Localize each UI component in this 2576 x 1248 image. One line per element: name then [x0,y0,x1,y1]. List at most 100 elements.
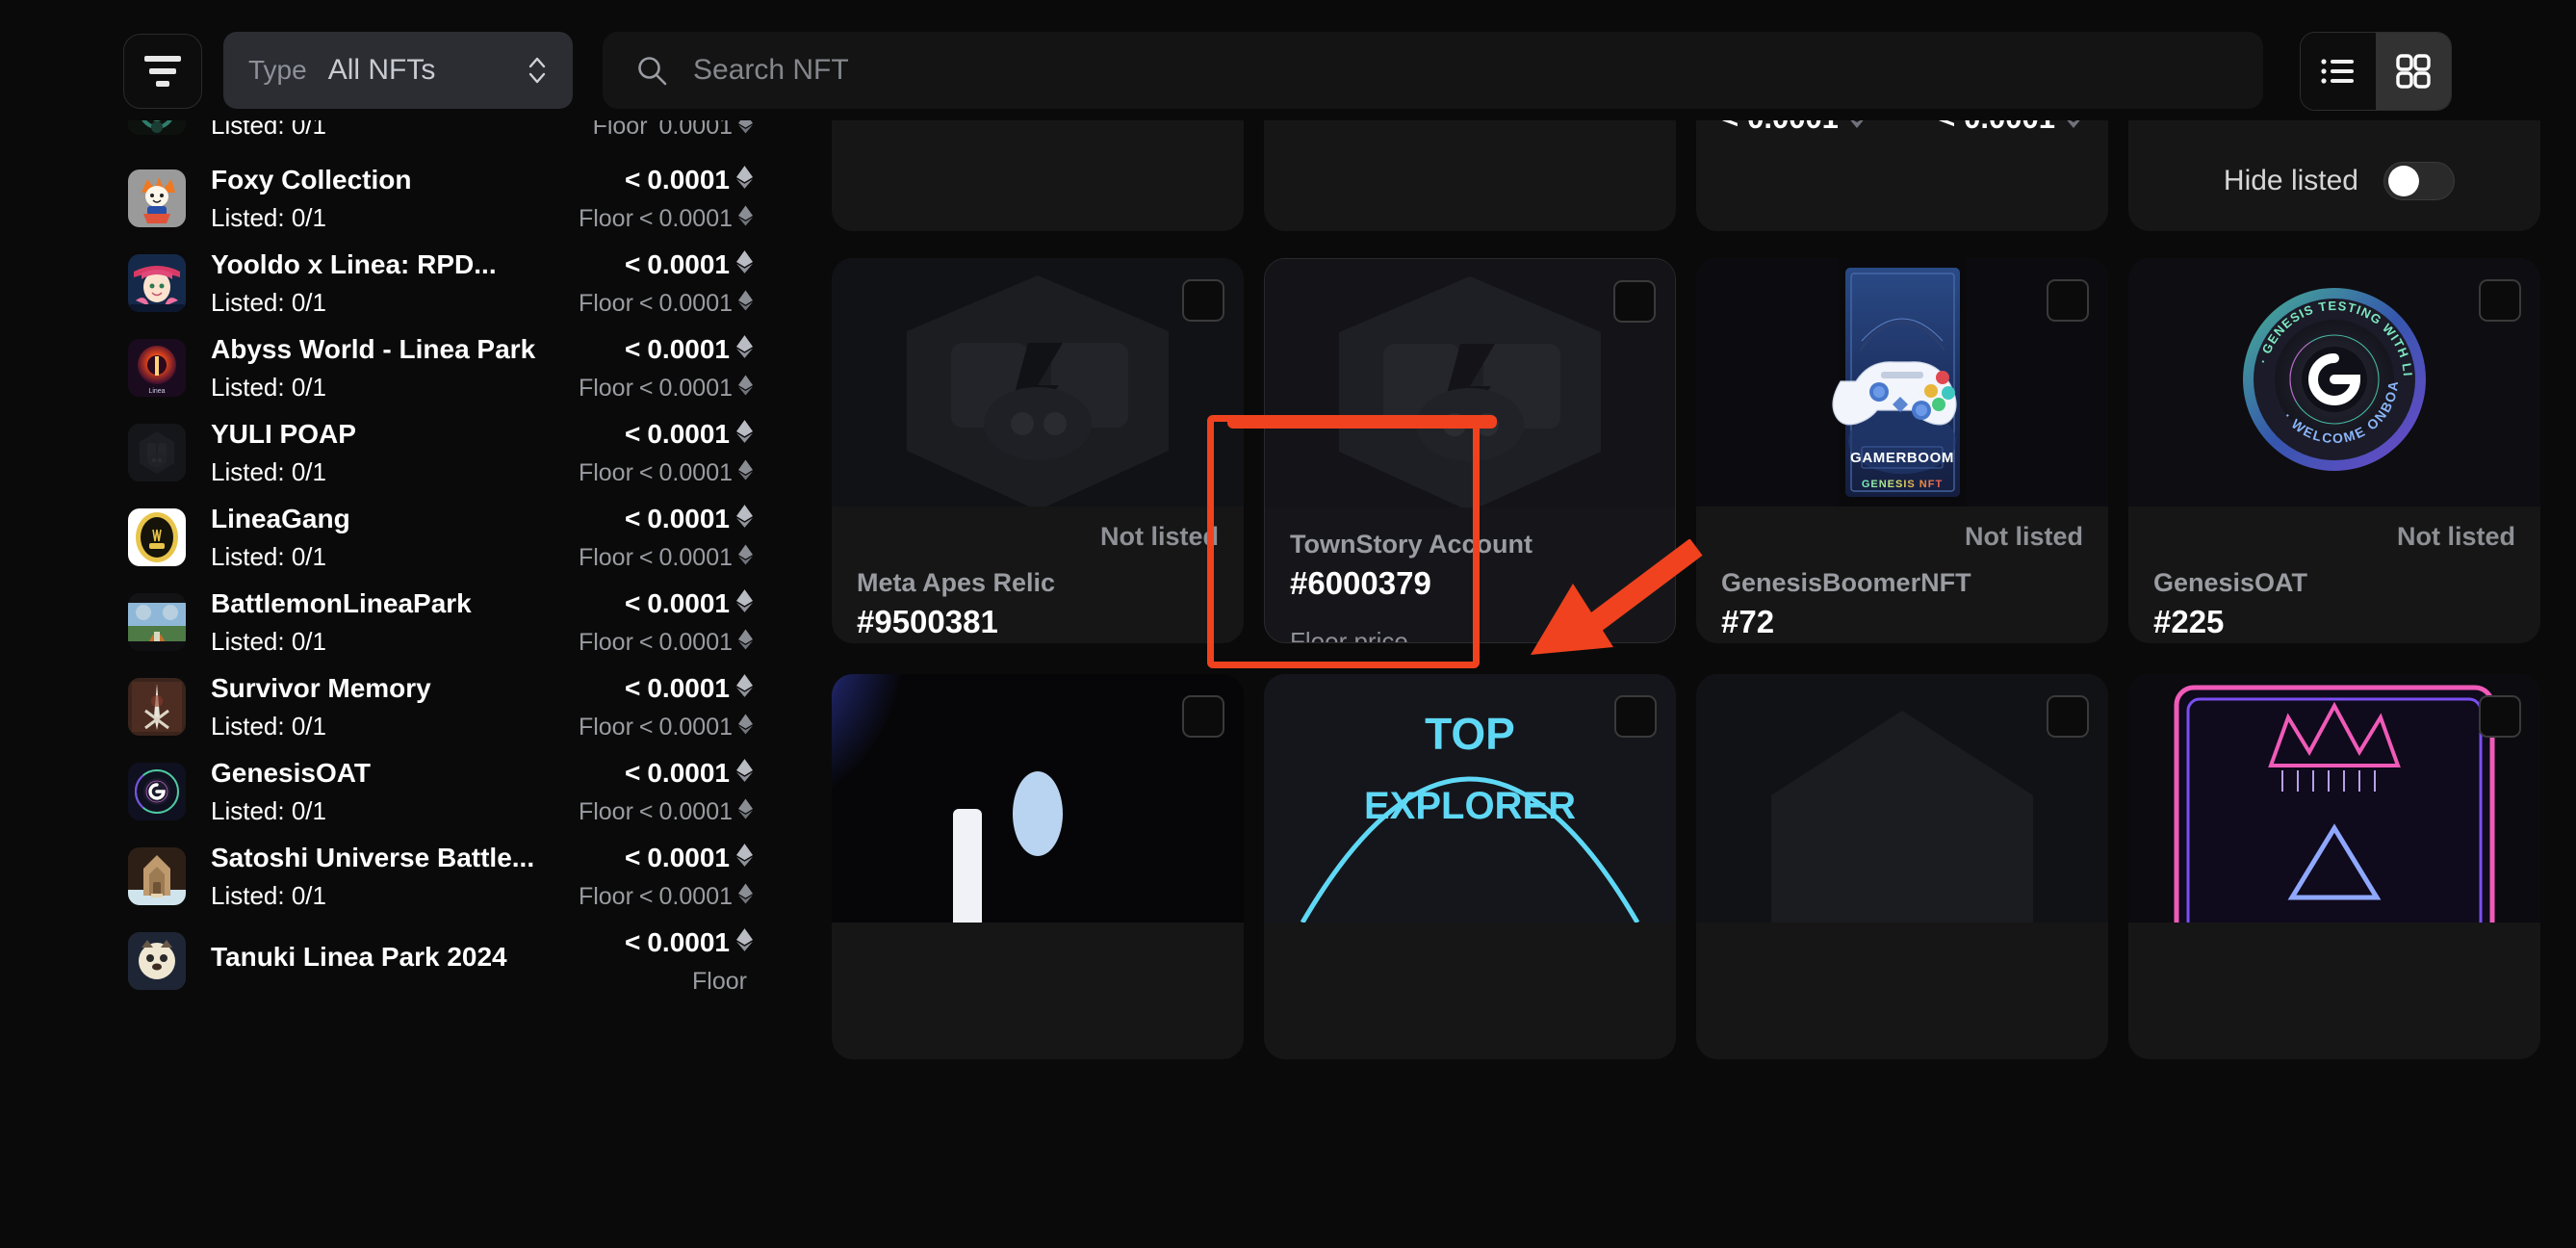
eth-icon [736,503,753,535]
eth-icon [738,543,753,572]
collection-price: <0.0001 [579,333,753,366]
floor-prefix: < [638,375,654,403]
price-number: 0.0001 [647,333,730,364]
card-select-checkbox[interactable] [1182,695,1224,738]
collection-name: GenesisBoomerNFT [1721,568,1971,597]
hide-listed-control[interactable]: Hide listed [2224,162,2455,200]
eth-icon [738,374,753,403]
floor-label: Floor [692,968,747,996]
floor-label: Floor [578,798,633,826]
foxy-fox-thumb [128,169,186,227]
collections-sidebar[interactable]: Linea Park - AsMatch... Listed: 0/1 0.00… [0,0,828,1248]
card-body: Not listed GenesisOAT #225 Floor price <… [2128,507,2540,643]
view-mode-toggle[interactable] [2300,32,2452,111]
card-select-checkbox[interactable] [2047,279,2089,322]
list-item[interactable]: BattlemonLineaPark Listed: 0/1 <0.0001 F… [0,587,828,657]
toggle-knob [2388,166,2419,196]
price-prefix: < [625,587,641,618]
nft-artwork: · GENESIS TESTING WITH LINEA PARK · · WE… [2128,258,2540,507]
list-item[interactable]: YULI POAP Listed: 0/1 <0.0001 Floor <0.00… [0,418,828,487]
floor-number: 0.0001 [658,629,733,657]
collection-thumbnail [128,508,186,566]
collection-floor: Floor <0.0001 [579,374,753,403]
nft-card-selected[interactable]: TownStory Account #6000379 Floor price <… [1264,258,1676,643]
collection-name: LineaGang [211,503,350,533]
type-select[interactable]: Type All NFTs [223,32,573,109]
filter-icon [156,81,169,87]
eth-icon [736,587,753,620]
floor-number: 0.0001 [658,798,733,826]
list-item[interactable]: Survivor Memory Listed: 0/1 <0.0001 Floo… [0,672,828,741]
floor-price-label: Floor price [1290,627,1408,643]
search-input[interactable] [693,54,2230,87]
list-item[interactable]: LineaGang Listed: 0/1 <0.0001 Floor <0.00… [0,503,828,572]
floor-number: 0.0001 [658,883,733,911]
chevron-updown-icon [527,53,548,88]
collection-price: <0.0001 [579,757,753,790]
list-item[interactable]: Linea Abyss World - Linea Park Listed: 0… [0,333,828,403]
card-select-checkbox[interactable] [1614,695,1657,738]
price-number: 0.0001 [647,503,730,533]
nft-card[interactable]: GAMERBOOM GENESIS NFT Not listed Genesis… [1696,258,2108,643]
collection-price: <0.0001 [579,418,753,451]
collection-price: <0.0001 [579,164,753,196]
list-item[interactable]: GenesisOAT Listed: 0/1 <0.0001 Floor <0.0… [0,757,828,826]
price-number: 0.0001 [647,164,730,195]
list-item[interactable]: Yooldo x Linea: RPD... Listed: 0/1 <0.00… [0,249,828,318]
price-prefix: < [625,757,641,788]
hide-listed-toggle[interactable] [2383,162,2455,200]
eth-icon [738,289,753,318]
list-item[interactable]: Tanuki Linea Park 2024 <0.0001 Floor [0,927,828,996]
collection-price: <0.0001 [579,842,753,874]
nft-artwork [832,258,1244,507]
grid-view-button[interactable] [2376,33,2451,110]
floor-label: Floor [578,290,633,318]
filter-button[interactable] [123,34,202,109]
tanuki-thumb [128,932,186,990]
nft-card[interactable] [1696,674,2108,1059]
nft-card[interactable]: TOP EXPLORER [1264,674,1676,1059]
collection-name: BattlemonLineaPark [211,587,472,618]
list-item[interactable]: Satoshi Universe Battle... Listed: 0/1 <… [0,842,828,911]
collection-name: Tanuki Linea Park 2024 [211,942,507,973]
floor-prefix: < [638,290,654,318]
card-select-checkbox[interactable] [1182,279,1224,322]
collection-floor: Floor <0.0001 [579,289,753,318]
collection-name: Satoshi Universe Battle... [211,842,535,872]
collection-thumbnail [128,847,186,905]
list-item[interactable]: Foxy Collection Listed: 0/1 <0.0001 Floo… [0,164,828,233]
nft-artwork [1696,674,2108,923]
collection-thumbnail [128,763,186,820]
price-prefix: < [625,333,641,364]
card-select-checkbox[interactable] [2479,695,2521,738]
collection-price: <0.0001 [579,503,753,535]
nft-card[interactable]: · GENESIS TESTING WITH LINEA PARK · · WE… [2128,258,2540,643]
list-view-button[interactable] [2301,33,2376,110]
nft-card[interactable]: Not listed Meta Apes Relic #9500381 Floo… [832,258,1244,643]
collection-floor: Floor <0.0001 [579,458,753,487]
card-select-checkbox[interactable] [2047,695,2089,738]
nft-artwork [832,674,1244,923]
floor-label: Floor [578,459,633,487]
card-select-checkbox[interactable] [2479,279,2521,322]
collection-name: Meta Apes Relic [857,568,1056,597]
floor-prefix: < [638,629,654,657]
collection-name: TownStory Account [1290,530,1533,559]
collection-name: Foxy Collection [211,164,412,195]
collection-name: GenesisOAT [2153,568,2308,597]
nft-artwork [2128,674,2540,923]
collection-floor: Floor <0.0001 [579,204,753,233]
eth-icon [738,797,753,826]
listed-count: Listed: 0/1 [211,712,326,741]
status-badge: Not listed [2396,522,2515,551]
nft-card[interactable] [2128,674,2540,1059]
listed-count: Listed: 0/1 [211,796,326,826]
abyss-world-thumb: Linea [128,339,186,397]
nft-artwork [1265,259,1675,507]
card-select-checkbox[interactable] [1613,280,1656,323]
floor-number: 0.0001 [658,459,733,487]
nft-card[interactable] [832,674,1244,1059]
search-bar[interactable] [603,32,2263,109]
eth-icon [736,164,753,196]
collection-name: Survivor Memory [211,672,431,703]
